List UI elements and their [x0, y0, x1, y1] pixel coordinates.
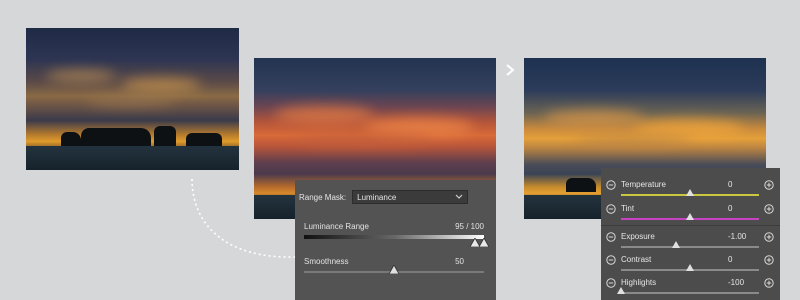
plus-circle-icon[interactable] [764, 232, 774, 242]
highlights-row: Highlights -100 [601, 272, 780, 298]
range-mask-select[interactable]: Luminance [352, 190, 469, 204]
luminance-range-high-handle[interactable] [479, 238, 489, 247]
highlights-label: Highlights [621, 278, 657, 287]
highlights-value[interactable]: -100 [728, 278, 744, 287]
luminance-range-label: Luminance Range [304, 222, 369, 231]
contrast-value[interactable]: 0 [728, 255, 732, 264]
plus-circle-icon[interactable] [764, 180, 774, 190]
tint-label: Tint [621, 204, 635, 213]
contrast-handle[interactable] [686, 264, 694, 271]
minus-circle-icon[interactable] [606, 180, 616, 190]
temperature-handle[interactable] [686, 189, 694, 196]
contrast-label: Contrast [621, 255, 652, 264]
temperature-row: Temperature 0 [601, 174, 780, 200]
chevron-right-icon [506, 64, 515, 76]
minus-circle-icon[interactable] [606, 278, 616, 288]
exposure-handle[interactable] [672, 241, 681, 248]
tint-value[interactable]: 0 [728, 204, 732, 213]
exposure-value[interactable]: -1.00 [728, 232, 746, 241]
smoothness-value[interactable]: 50 [455, 257, 464, 266]
minus-circle-icon[interactable] [606, 255, 616, 265]
exposure-label: Exposure [621, 232, 655, 241]
luminance-range-value[interactable]: 95 / 100 [455, 222, 484, 231]
temperature-label: Temperature [621, 180, 666, 189]
smoothness-label: Smoothness [304, 257, 349, 266]
plus-circle-icon[interactable] [764, 204, 774, 214]
plus-circle-icon[interactable] [764, 255, 774, 265]
minus-circle-icon[interactable] [606, 232, 616, 242]
range-mask-row: Range Mask: Luminance [299, 190, 469, 204]
range-mask-panel: Range Mask: Luminance Luminance Range 95… [295, 180, 496, 300]
adjustments-panel: Temperature 0 Tint 0 Exposure -1.00 Cont… [601, 168, 780, 300]
range-mask-label: Range Mask: [299, 192, 347, 202]
temperature-value[interactable]: 0 [728, 180, 732, 189]
connector-line [191, 178, 297, 258]
highlights-handle[interactable] [617, 287, 625, 294]
exposure-slider[interactable] [621, 246, 759, 248]
tint-row: Tint 0 [601, 198, 780, 224]
highlights-slider[interactable] [621, 292, 759, 294]
luminance-range-slider[interactable] [304, 235, 484, 239]
plus-circle-icon[interactable] [764, 278, 774, 288]
range-mask-selected: Luminance [357, 192, 397, 202]
tint-handle[interactable] [686, 213, 694, 220]
original-photo [26, 28, 239, 170]
minus-circle-icon[interactable] [606, 204, 616, 214]
chevron-down-icon [455, 194, 463, 199]
smoothness-handle[interactable] [389, 265, 399, 274]
